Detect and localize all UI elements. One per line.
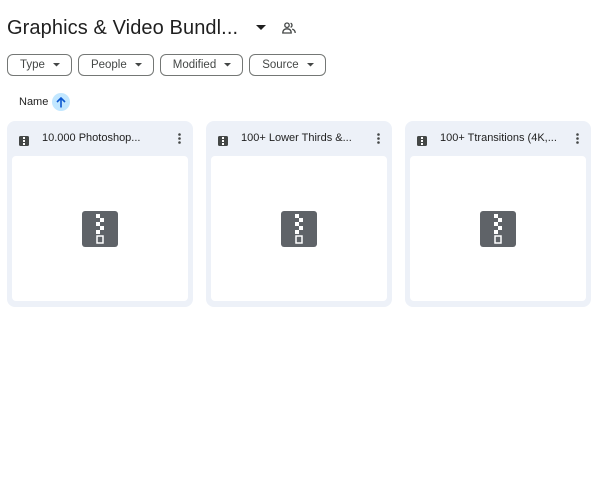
zip-file-icon <box>82 210 118 247</box>
file-card-header: 100+ Lower Thirds &... <box>206 121 392 155</box>
file-grid: 10.000 Photoshop... 100+ Lower Thirds &.… <box>7 121 591 307</box>
file-card[interactable]: 100+ Lower Thirds &... <box>206 121 392 307</box>
zip-file-icon <box>417 133 427 146</box>
filter-people-chip[interactable]: People <box>77 54 154 76</box>
chevron-down-icon <box>306 61 315 69</box>
file-card-header: 100+ Ttransitions (4K,... <box>405 121 591 155</box>
zip-file-icon <box>19 133 29 146</box>
chevron-down-icon <box>224 61 232 69</box>
file-thumbnail <box>410 156 586 301</box>
chevron-down-icon <box>134 61 143 69</box>
folder-title[interactable]: Graphics & Video Bundl... <box>7 17 238 40</box>
arrow-drop-down-icon[interactable] <box>252 19 270 37</box>
chip-label: Source <box>262 59 299 71</box>
filter-bar: Type People Modified Source <box>7 54 326 76</box>
file-card[interactable]: 10.000 Photoshop... <box>7 121 193 307</box>
zip-file-icon <box>480 210 516 247</box>
sort-control: Name <box>19 93 71 111</box>
file-name: 100+ Lower Thirds &... <box>241 132 352 144</box>
zip-file-icon <box>281 210 317 247</box>
chip-label: Modified <box>172 59 217 71</box>
sort-label[interactable]: Name <box>19 96 48 108</box>
chip-label: Type <box>20 59 45 71</box>
file-name: 10.000 Photoshop... <box>42 132 141 144</box>
arrow-up-icon[interactable] <box>52 93 71 111</box>
chip-label: People <box>90 59 127 71</box>
file-thumbnail <box>12 156 188 301</box>
zip-file-icon <box>218 133 228 146</box>
more-options-icon[interactable] <box>171 130 187 146</box>
file-thumbnail <box>211 156 387 301</box>
file-card[interactable]: 100+ Ttransitions (4K,... <box>405 121 591 307</box>
more-options-icon[interactable] <box>370 130 386 146</box>
filter-type-chip[interactable]: Type <box>7 54 72 76</box>
file-name: 100+ Ttransitions (4K,... <box>440 132 557 144</box>
file-card-header: 10.000 Photoshop... <box>7 121 193 155</box>
people-icon <box>280 19 298 37</box>
filter-source-chip[interactable]: Source <box>249 54 326 76</box>
folder-header: Graphics & Video Bundl... <box>7 14 298 42</box>
more-options-icon[interactable] <box>569 130 585 146</box>
filter-modified-chip[interactable]: Modified <box>159 54 244 76</box>
chevron-down-icon <box>52 61 61 69</box>
